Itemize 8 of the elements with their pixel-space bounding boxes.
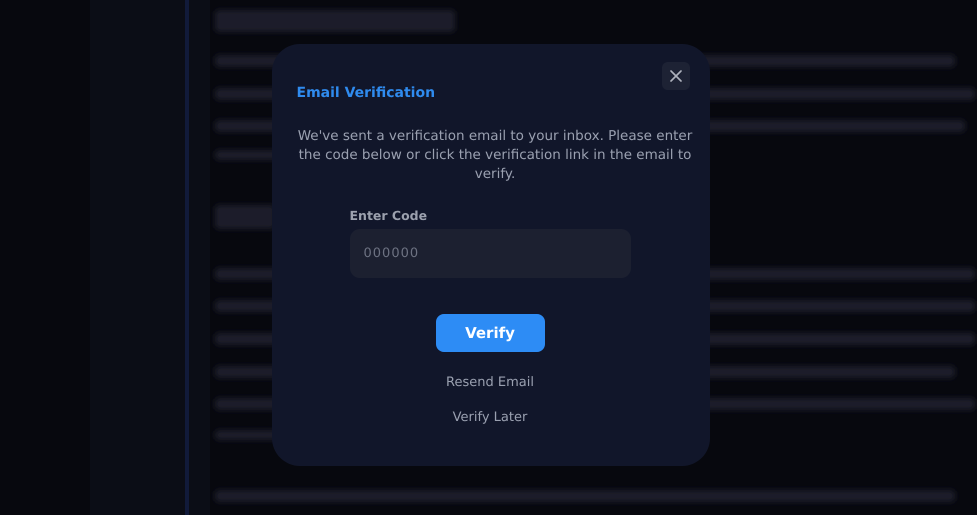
field-label: Enter Code [350, 208, 428, 223]
text-link[interactable]: Verify Later [452, 410, 528, 425]
code-input-field[interactable]: 000000 [350, 229, 630, 278]
dialog-message: We've sent a verification email to your inbox. Please enter the code below or click the verification link in the email to verify. [296, 127, 694, 184]
text-link[interactable]: Resend Email [446, 375, 534, 390]
close-button[interactable] [662, 62, 690, 90]
close-icon [670, 70, 682, 82]
dialog-title: Email Verification [296, 85, 436, 101]
